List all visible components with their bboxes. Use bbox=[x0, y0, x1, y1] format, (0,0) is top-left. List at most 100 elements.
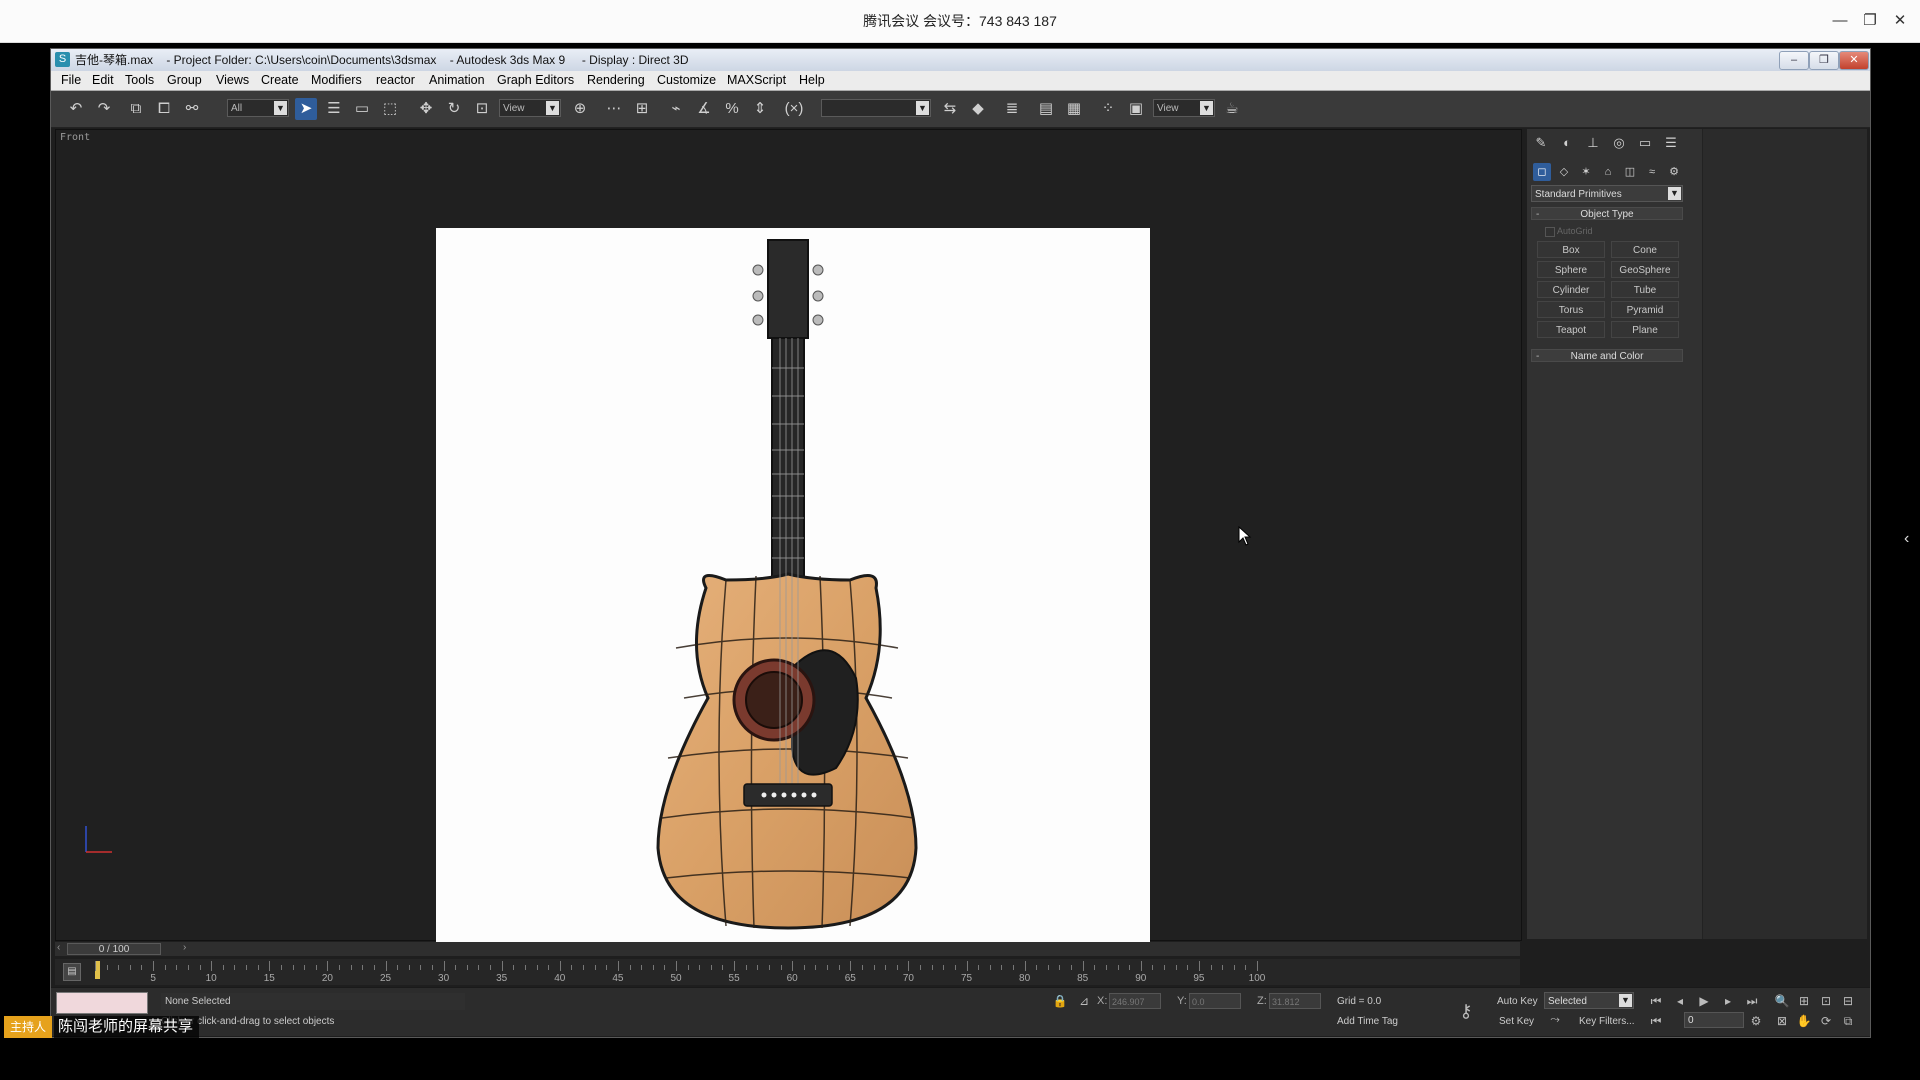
menu-tools[interactable]: Tools bbox=[125, 71, 154, 90]
name-and-color-rollout[interactable]: - Name and Color bbox=[1531, 349, 1683, 362]
y-coordinate-field[interactable]: 0.0 bbox=[1189, 993, 1241, 1009]
curve-editor-icon[interactable]: ▤ bbox=[1035, 98, 1057, 120]
zoom-region-icon[interactable]: ⊠ bbox=[1773, 1012, 1791, 1030]
menu-reactor[interactable]: reactor bbox=[376, 71, 415, 90]
previous-frame-icon[interactable]: ◂ bbox=[1671, 992, 1689, 1010]
schematic-view-icon[interactable]: ▦ bbox=[1063, 98, 1085, 120]
bind-space-warp-icon[interactable]: ⚯ bbox=[181, 98, 203, 120]
geosphere-button[interactable]: GeoSphere bbox=[1611, 261, 1679, 278]
time-slider[interactable]: ‹ 0 / 100 › bbox=[55, 942, 1520, 956]
space-warps-icon[interactable]: ≈ bbox=[1643, 163, 1661, 181]
time-configuration-icon[interactable]: ⚙ bbox=[1747, 1012, 1765, 1030]
play-icon[interactable]: ▶ bbox=[1695, 992, 1713, 1010]
maximize-viewport-icon[interactable]: ⧉ bbox=[1839, 1012, 1857, 1030]
menu-edit[interactable]: Edit bbox=[92, 71, 114, 90]
create-tab-icon[interactable]: ✎ bbox=[1531, 133, 1551, 153]
close-icon[interactable]: ✕ bbox=[1888, 9, 1912, 33]
select-object-icon[interactable]: ➤ bbox=[295, 98, 317, 120]
viewport-label[interactable]: Front bbox=[60, 132, 90, 143]
scale-icon[interactable]: ⊡ bbox=[471, 98, 493, 120]
go-to-end-icon[interactable]: ⏭ bbox=[1743, 992, 1761, 1010]
menu-group[interactable]: Group bbox=[167, 71, 202, 90]
key-icon[interactable]: ⚷ bbox=[1457, 1002, 1475, 1020]
chevron-left-icon[interactable]: ‹ bbox=[1904, 530, 1909, 548]
torus-button[interactable]: Torus bbox=[1537, 301, 1605, 318]
object-category-dropdown[interactable]: Standard Primitives ▼ bbox=[1531, 185, 1683, 202]
set-key-filter-icon[interactable]: ⤳ bbox=[1546, 1010, 1564, 1028]
go-to-start-icon[interactable]: ⏮ bbox=[1647, 992, 1665, 1010]
lights-icon[interactable]: ✶ bbox=[1577, 163, 1595, 181]
zoom-all-icon[interactable]: ⊞ bbox=[1795, 992, 1813, 1010]
select-by-name-icon[interactable]: ☰ bbox=[323, 98, 345, 120]
systems-icon[interactable]: ⚙ bbox=[1665, 163, 1683, 181]
hierarchy-tab-icon[interactable]: ⊥ bbox=[1583, 133, 1603, 153]
menu-animation[interactable]: Animation bbox=[429, 71, 485, 90]
menu-customize[interactable]: Customize bbox=[657, 71, 716, 90]
menu-help[interactable]: Help bbox=[799, 71, 825, 90]
unlink-icon[interactable]: ⧠ bbox=[153, 98, 175, 120]
zoom-extents-all-icon[interactable]: ⊟ bbox=[1839, 992, 1857, 1010]
material-editor-icon[interactable]: ⁘ bbox=[1097, 98, 1119, 120]
percent-snap-icon[interactable]: % bbox=[721, 98, 743, 120]
key-mode-toggle-icon[interactable]: ⏮ bbox=[1647, 1012, 1665, 1030]
menu-maxscript[interactable]: MAXScript bbox=[727, 71, 786, 90]
key-mode-dropdown[interactable]: Selected ▼ bbox=[1544, 992, 1634, 1009]
sphere-button[interactable]: Sphere bbox=[1537, 261, 1605, 278]
zoom-extents-icon[interactable]: ⊡ bbox=[1817, 992, 1835, 1010]
cylinder-button[interactable]: Cylinder bbox=[1537, 281, 1605, 298]
minimize-icon[interactable]: — bbox=[1828, 9, 1852, 33]
set-key-button[interactable]: Set Key bbox=[1499, 1016, 1534, 1027]
selection-filter-dropdown[interactable]: All ▼ bbox=[227, 99, 289, 117]
menu-modifiers[interactable]: Modifiers bbox=[311, 71, 362, 90]
motion-tab-icon[interactable]: ◎ bbox=[1609, 133, 1629, 153]
rectangular-selection-icon[interactable]: ▭ bbox=[351, 98, 373, 120]
redo-icon[interactable]: ↷ bbox=[93, 98, 115, 120]
track-bar[interactable]: ▤ 5 10 15 20 25 30 35 40 45 50 55 60 65 70 75 80 85 90 95 1… bbox=[55, 959, 1520, 985]
shapes-icon[interactable]: ◇ bbox=[1555, 163, 1573, 181]
x-coordinate-field[interactable]: 246.907 bbox=[1109, 993, 1161, 1009]
menu-rendering[interactable]: Rendering bbox=[587, 71, 645, 90]
window-minimize-button[interactable]: – bbox=[1779, 51, 1809, 70]
menu-views[interactable]: Views bbox=[216, 71, 249, 90]
spinner-snap-icon[interactable]: ⇕ bbox=[749, 98, 771, 120]
current-frame-field[interactable]: 0 bbox=[1684, 1012, 1744, 1028]
angle-snap-icon[interactable]: ∡ bbox=[693, 98, 715, 120]
undo-icon[interactable]: ↶ bbox=[65, 98, 87, 120]
auto-key-button[interactable]: Auto Key bbox=[1497, 996, 1538, 1007]
curve-editor-toggle-icon[interactable]: ▤ bbox=[63, 963, 81, 981]
guitar-reference-plane[interactable] bbox=[436, 228, 1150, 942]
key-filters-button[interactable]: Key Filters... bbox=[1579, 1016, 1635, 1027]
keyboard-shortcut-icon[interactable]: ⊞ bbox=[631, 98, 653, 120]
quick-render-icon[interactable]: ☕ bbox=[1221, 98, 1243, 120]
box-button[interactable]: Box bbox=[1537, 241, 1605, 258]
cone-button[interactable]: Cone bbox=[1611, 241, 1679, 258]
display-tab-icon[interactable]: ▭ bbox=[1635, 133, 1655, 153]
move-icon[interactable]: ✥ bbox=[415, 98, 437, 120]
lock-icon[interactable]: 🔒 bbox=[1051, 992, 1069, 1010]
helpers-icon[interactable]: ◫ bbox=[1621, 163, 1639, 181]
add-time-tag-button[interactable]: Add Time Tag bbox=[1337, 1016, 1398, 1027]
restore-icon[interactable]: ❐ bbox=[1858, 9, 1882, 33]
next-frame-icon[interactable]: ▸ bbox=[1719, 992, 1737, 1010]
align-icon[interactable]: ◆ bbox=[967, 98, 989, 120]
reference-coordinate-dropdown[interactable]: View ▼ bbox=[499, 99, 561, 117]
absolute-mode-icon[interactable]: ⊿ bbox=[1075, 992, 1093, 1010]
zoom-icon[interactable]: 🔍 bbox=[1773, 992, 1791, 1010]
render-setup-icon[interactable]: ▣ bbox=[1125, 98, 1147, 120]
mirror-icon[interactable]: ⇆ bbox=[939, 98, 961, 120]
tube-button[interactable]: Tube bbox=[1611, 281, 1679, 298]
teapot-button[interactable]: Teapot bbox=[1537, 321, 1605, 338]
pyramid-button[interactable]: Pyramid bbox=[1611, 301, 1679, 318]
maxscript-listener-mini[interactable] bbox=[56, 992, 148, 1014]
front-viewport[interactable]: Front bbox=[55, 129, 1522, 942]
window-crossing-icon[interactable]: ⬚ bbox=[379, 98, 401, 120]
cameras-icon[interactable]: ⌂ bbox=[1599, 163, 1617, 181]
window-close-button[interactable]: ✕ bbox=[1839, 51, 1869, 70]
z-coordinate-field[interactable]: 31.812 bbox=[1269, 993, 1321, 1009]
modify-tab-icon[interactable]: ◐ bbox=[1557, 133, 1577, 153]
menu-create[interactable]: Create bbox=[261, 71, 299, 90]
layer-manager-icon[interactable]: ≣ bbox=[1001, 98, 1023, 120]
named-selection-dropdown[interactable]: ▼ bbox=[821, 99, 931, 117]
arc-rotate-icon[interactable]: ⟳ bbox=[1817, 1012, 1835, 1030]
render-view-dropdown[interactable]: View ▼ bbox=[1153, 99, 1215, 117]
